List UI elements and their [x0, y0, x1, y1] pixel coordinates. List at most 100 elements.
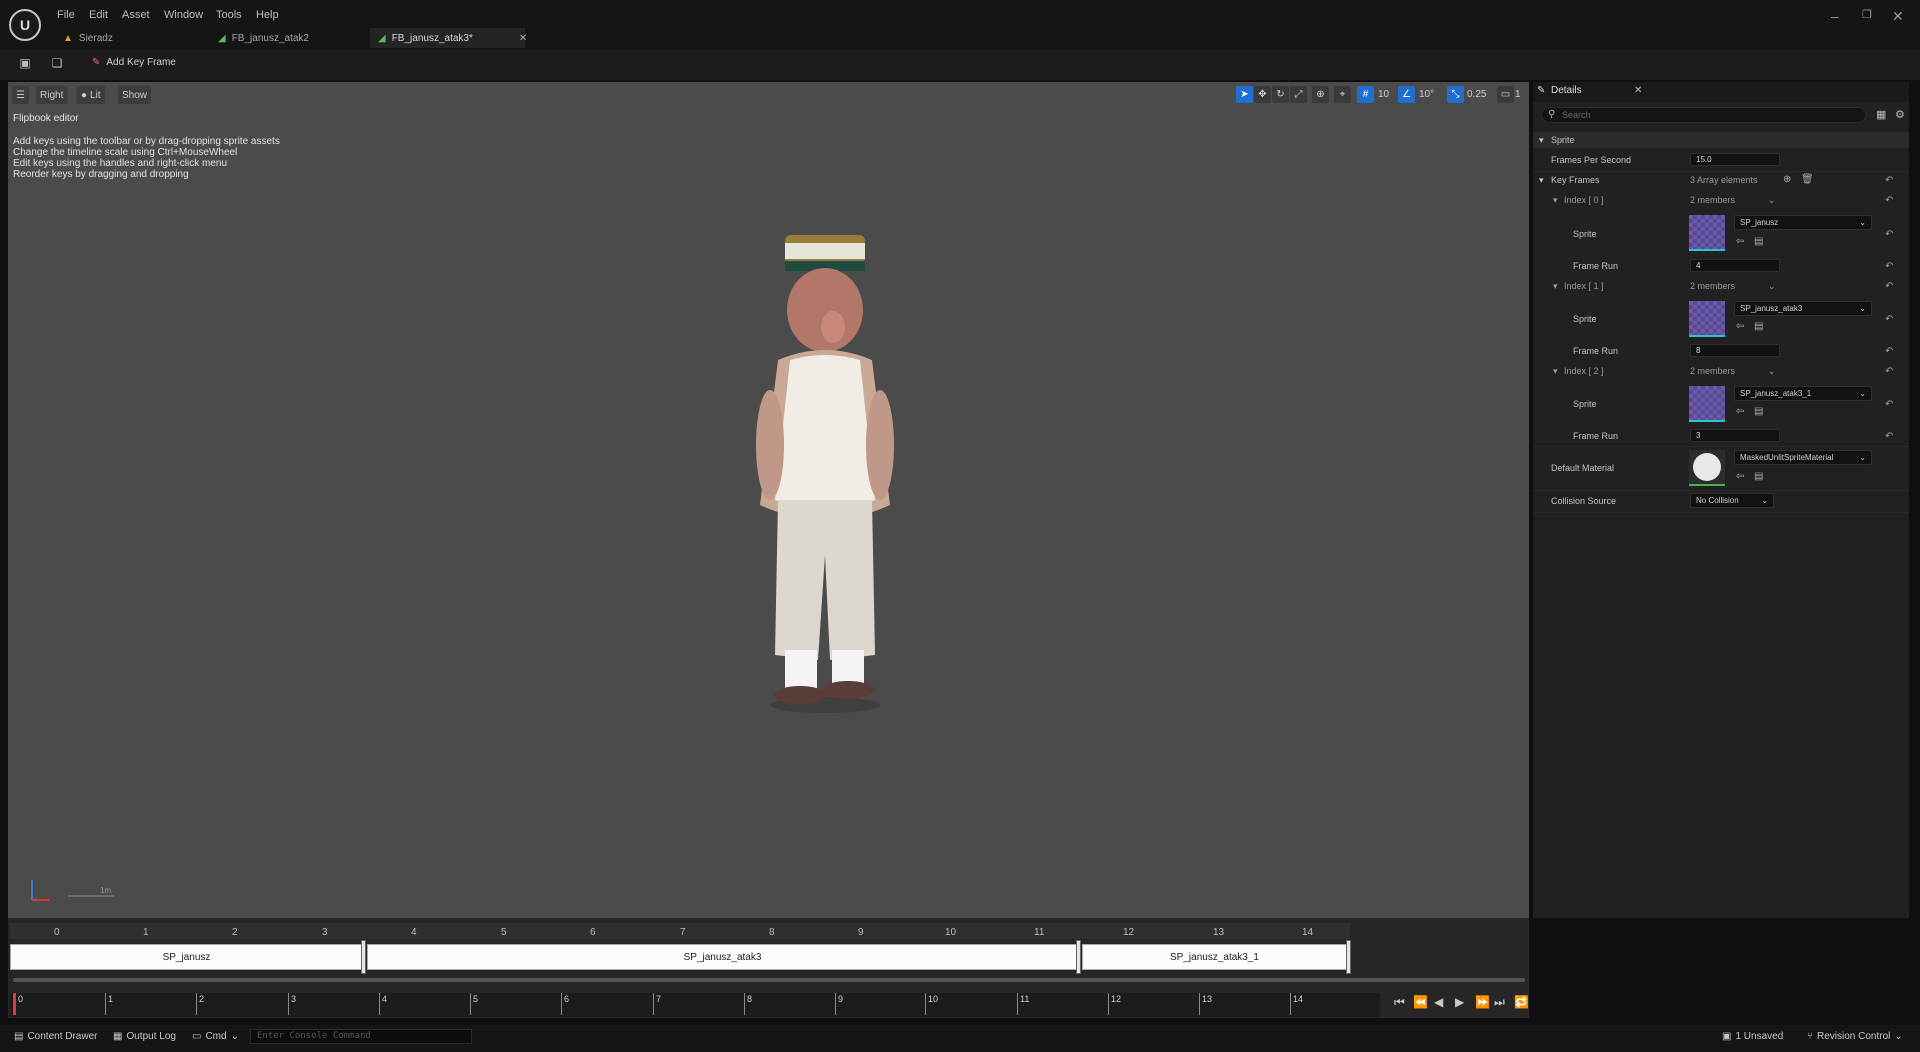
- lighting-button[interactable]: ● Lit: [77, 86, 105, 104]
- use-selected-icon[interactable]: ⇦: [1736, 321, 1744, 332]
- translate-tool-icon[interactable]: ✥: [1254, 86, 1271, 103]
- key-frame-block[interactable]: SP_janusz_atak3_1: [1082, 944, 1347, 970]
- browse-icon[interactable]: ❏: [48, 56, 66, 74]
- browse-asset-icon[interactable]: ▤: [1754, 236, 1763, 247]
- collision-source-combo[interactable]: No Collision ⌄: [1690, 493, 1774, 508]
- key-resize-handle[interactable]: [1076, 940, 1081, 974]
- step-forward-icon[interactable]: ⏩: [1475, 995, 1490, 1009]
- reset-icon[interactable]: ↶: [1885, 281, 1893, 292]
- rotate-tool-icon[interactable]: ↻: [1272, 86, 1289, 103]
- collapse-arrow-icon[interactable]: ▾: [1539, 135, 1544, 146]
- reset-icon[interactable]: ↶: [1885, 431, 1893, 442]
- reset-icon[interactable]: ↶: [1885, 229, 1893, 240]
- index-arrow-icon[interactable]: ▾: [1553, 195, 1558, 206]
- camera-speed-value[interactable]: 1: [1515, 86, 1521, 103]
- tab-sieradz[interactable]: ▲ Sieradz: [55, 28, 205, 48]
- viewport-menu-button[interactable]: ☰: [12, 86, 29, 104]
- frame-run-field[interactable]: 3: [1690, 429, 1780, 442]
- sprite-thumbnail[interactable]: [1689, 301, 1725, 337]
- scale-tool-icon[interactable]: ⤢: [1290, 86, 1307, 103]
- camera-speed-icon[interactable]: ▭: [1497, 86, 1514, 103]
- fps-field[interactable]: 15.0: [1690, 153, 1780, 166]
- rotation-snap-value[interactable]: 10°: [1419, 86, 1434, 103]
- unsaved-button[interactable]: ▣ 1 Unsaved: [1722, 1031, 1783, 1042]
- menu-tools[interactable]: Tools: [216, 9, 242, 21]
- menu-edit[interactable]: Edit: [89, 9, 108, 21]
- scale-snap-icon[interactable]: ⤡: [1447, 86, 1464, 103]
- close-tab-icon[interactable]: ✕: [519, 33, 527, 44]
- tab-fb-janusz-atak2[interactable]: ◢ FB_janusz_atak2: [210, 28, 370, 48]
- revision-control-button[interactable]: ⑂ Revision Control ⌄: [1807, 1031, 1903, 1042]
- menu-asset[interactable]: Asset: [122, 9, 150, 21]
- scale-snap-value[interactable]: 0.25: [1467, 86, 1486, 103]
- scrub-ruler[interactable]: [10, 993, 1380, 1017]
- reset-icon[interactable]: ↶: [1885, 261, 1893, 272]
- reset-icon[interactable]: ↶: [1885, 366, 1893, 377]
- save-icon[interactable]: ▣: [16, 56, 34, 74]
- loop-icon[interactable]: 🔁: [1514, 995, 1529, 1009]
- browse-asset-icon[interactable]: ▤: [1754, 321, 1763, 332]
- content-drawer-button[interactable]: ▤ Content Drawer: [14, 1031, 97, 1042]
- frame-run-field[interactable]: 4: [1690, 259, 1780, 272]
- reset-icon[interactable]: ↶: [1885, 346, 1893, 357]
- sprite-combo[interactable]: SP_janusz_atak3_1 ⌄: [1734, 386, 1872, 401]
- show-button[interactable]: Show: [118, 86, 152, 104]
- delete-all-icon[interactable]: 🗑: [1801, 174, 1814, 185]
- select-tool-icon[interactable]: ➤: [1236, 86, 1253, 103]
- skip-to-start-icon[interactable]: ⏮: [1394, 995, 1405, 1010]
- tab-fb-janusz-atak3[interactable]: ◢ FB_janusz_atak3* ✕: [370, 28, 527, 48]
- play-reverse-icon[interactable]: ◀: [1434, 995, 1443, 1009]
- use-selected-icon[interactable]: ⇦: [1736, 471, 1744, 482]
- sprite-thumbnail[interactable]: [1689, 215, 1725, 251]
- key-frame-block[interactable]: SP_janusz_atak3: [367, 944, 1078, 970]
- members-dropdown-icon[interactable]: ⌄: [1768, 195, 1776, 206]
- add-key-frame-button[interactable]: ✎ Add Key Frame: [92, 57, 176, 68]
- grid-snap-value[interactable]: 10: [1378, 86, 1389, 103]
- key-frames-arrow-icon[interactable]: ▾: [1539, 175, 1544, 186]
- material-thumbnail[interactable]: [1689, 450, 1725, 486]
- members-dropdown-icon[interactable]: ⌄: [1768, 281, 1776, 292]
- rotation-snap-icon[interactable]: ∠: [1398, 86, 1415, 103]
- cmd-dropdown[interactable]: ▭ Cmd ⌄: [192, 1031, 239, 1042]
- table-view-icon[interactable]: ▦: [1876, 108, 1886, 121]
- key-frame-block[interactable]: SP_janusz: [10, 944, 363, 970]
- index-arrow-icon[interactable]: ▾: [1553, 366, 1558, 377]
- sprite-combo[interactable]: SP_janusz_atak3 ⌄: [1734, 301, 1872, 316]
- play-icon[interactable]: ▶: [1455, 995, 1464, 1009]
- reset-icon[interactable]: ↶: [1885, 195, 1893, 206]
- settings-gear-icon[interactable]: ⚙: [1895, 108, 1905, 121]
- sprite-combo[interactable]: SP_janusz ⌄: [1734, 215, 1872, 230]
- close-window-icon[interactable]: ✕: [1892, 8, 1904, 25]
- browse-asset-icon[interactable]: ▤: [1754, 471, 1763, 482]
- menu-window[interactable]: Window: [164, 9, 203, 21]
- members-dropdown-icon[interactable]: ⌄: [1768, 366, 1776, 377]
- sprite-thumbnail[interactable]: [1689, 386, 1725, 422]
- add-element-icon[interactable]: ⊕: [1783, 174, 1791, 185]
- frame-run-field[interactable]: 8: [1690, 344, 1780, 357]
- step-back-icon[interactable]: ⏪: [1413, 995, 1428, 1009]
- close-details-icon[interactable]: ✕: [1634, 85, 1642, 96]
- character-sprite[interactable]: [730, 235, 920, 735]
- minimize-icon[interactable]: –: [1831, 8, 1839, 24]
- reset-icon[interactable]: ↶: [1885, 175, 1893, 186]
- search-input[interactable]: ⚲ Search: [1541, 107, 1866, 123]
- output-log-button[interactable]: ▦ Output Log: [113, 1031, 176, 1042]
- key-resize-handle[interactable]: [361, 940, 366, 974]
- reset-icon[interactable]: ↶: [1885, 314, 1893, 325]
- unreal-logo-icon[interactable]: U: [9, 9, 41, 41]
- browse-asset-icon[interactable]: ▤: [1754, 406, 1763, 417]
- surface-snap-icon[interactable]: ⌖: [1334, 86, 1351, 103]
- playhead[interactable]: [13, 993, 16, 1015]
- default-material-combo[interactable]: MaskedUnlitSpriteMaterial ⌄: [1734, 450, 1872, 465]
- skip-to-end-icon[interactable]: ⏭: [1494, 995, 1505, 1010]
- menu-file[interactable]: File: [57, 9, 75, 21]
- reset-icon[interactable]: ↶: [1885, 399, 1893, 410]
- menu-help[interactable]: Help: [256, 9, 279, 21]
- key-resize-handle[interactable]: [1346, 940, 1351, 974]
- restore-icon[interactable]: ❐: [1862, 8, 1872, 21]
- timeline-scrollbar[interactable]: [13, 978, 1525, 982]
- use-selected-icon[interactable]: ⇦: [1736, 236, 1744, 247]
- use-selected-icon[interactable]: ⇦: [1736, 406, 1744, 417]
- world-space-icon[interactable]: ⊕: [1312, 86, 1329, 103]
- grid-snap-icon[interactable]: #: [1357, 86, 1374, 103]
